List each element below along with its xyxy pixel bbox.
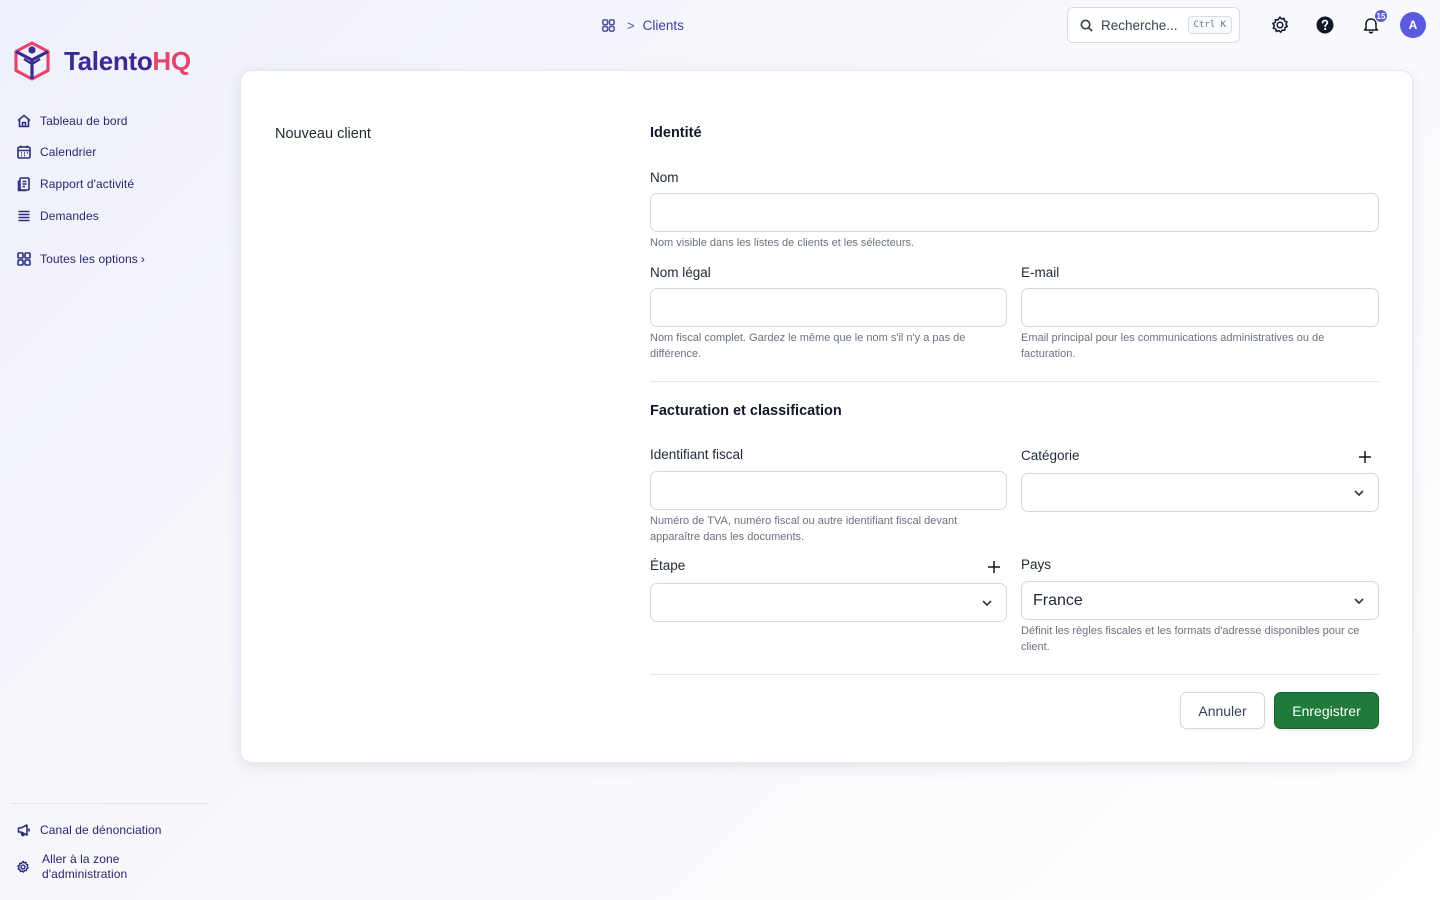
section-title-identity: Identité xyxy=(650,125,702,141)
breadcrumb: > Clients xyxy=(601,16,684,34)
sidebar: TalentoHQ Tableau de bord Calendrier Rap… xyxy=(0,0,215,900)
nom-legal-help-text: Nom fiscal complet. Gardez le même que l… xyxy=(650,332,966,360)
list-icon xyxy=(18,210,30,222)
nom-help-text: Nom visible dans les listes de clients e… xyxy=(650,237,915,249)
stage-select[interactable] xyxy=(650,583,1007,622)
admin-label-line1: Aller à la zone xyxy=(42,852,120,866)
country-select-value: France xyxy=(1033,591,1083,609)
plus-icon xyxy=(1359,451,1371,463)
chevron-down-icon xyxy=(982,599,992,606)
chevron-down-icon xyxy=(1354,489,1364,496)
fiscal-id-label: Identifiant fiscal xyxy=(650,447,744,462)
sidebar-divider xyxy=(10,803,208,804)
sidebar-item-whistleblower-channel[interactable]: Canal de dénonciation xyxy=(16,820,162,840)
sidebar-item-activity-report[interactable]: Rapport d'activité xyxy=(16,174,134,194)
fiscal-id-help-text: Numéro de TVA, numéro fiscal ou autre id… xyxy=(650,515,958,543)
sidebar-item-all-options[interactable]: Toutes les options › xyxy=(16,249,145,269)
section-title-billing: Facturation et classification xyxy=(650,403,842,419)
notification-count-badge: 15 xyxy=(1374,9,1388,23)
sidebar-item-label: Demandes xyxy=(40,209,99,223)
breadcrumb-current[interactable]: Clients xyxy=(643,18,684,33)
user-avatar[interactable]: A xyxy=(1400,12,1426,38)
sidebar-item-requests[interactable]: Demandes xyxy=(16,206,99,226)
help-button[interactable] xyxy=(1315,15,1335,35)
gear-icon xyxy=(17,860,29,873)
sidebar-item-label: Toutes les options xyxy=(40,252,138,266)
search-shortcut-badge: Ctrl K xyxy=(1187,16,1233,34)
sidebar-item-admin-zone[interactable]: Aller à la zone d'administration xyxy=(16,851,127,883)
search-icon xyxy=(1080,19,1093,32)
calendar-icon xyxy=(17,145,31,159)
logo-cube-icon xyxy=(14,41,50,81)
stage-label: Étape xyxy=(650,558,686,573)
add-stage-button[interactable] xyxy=(987,560,1001,579)
email-field[interactable] xyxy=(1021,288,1379,327)
brand-logo[interactable]: TalentoHQ xyxy=(12,39,191,83)
country-help-text: Définit les règles fiscales et les forma… xyxy=(1021,625,1360,653)
page-title: Nouveau client xyxy=(275,126,371,142)
home-icon xyxy=(17,114,31,128)
nom-label: Nom xyxy=(650,170,679,185)
megaphone-icon xyxy=(17,824,30,837)
add-category-button[interactable] xyxy=(1358,450,1372,469)
brand-name: TalentoHQ xyxy=(64,45,191,76)
sidebar-item-label: Canal de dénonciation xyxy=(40,823,162,837)
nom-legal-label: Nom légal xyxy=(650,265,711,280)
actions-divider xyxy=(650,674,1379,675)
sidebar-item-label: Rapport d'activité xyxy=(40,177,135,191)
sidebar-item-label: Calendrier xyxy=(40,145,97,159)
fiscal-id-input[interactable] xyxy=(650,471,1007,510)
cancel-button[interactable]: Annuler xyxy=(1180,692,1265,729)
country-label: Pays xyxy=(1021,557,1052,572)
new-client-form-card: Nouveau client Identité Nom Nom visible … xyxy=(240,70,1413,763)
search-placeholder: Recherche... xyxy=(1101,17,1178,33)
sidebar-item-label: Tableau de bord xyxy=(40,114,128,128)
save-button[interactable]: Enregistrer xyxy=(1274,692,1379,729)
apps-grid-icon[interactable] xyxy=(601,18,616,33)
grid-icon xyxy=(17,252,31,266)
chevron-down-icon xyxy=(1354,597,1364,604)
admin-label-line2: d'administration xyxy=(42,867,128,881)
nom-legal-input[interactable] xyxy=(650,288,1007,327)
sidebar-item-label: Aller à la zone d'administration xyxy=(42,852,127,882)
section-divider xyxy=(650,381,1379,382)
country-select[interactable]: France xyxy=(1021,581,1379,620)
sidebar-item-dashboard[interactable]: Tableau de bord xyxy=(16,111,128,131)
category-label: Catégorie xyxy=(1021,448,1080,463)
chevron-right-icon: › xyxy=(140,252,145,266)
email-help-text: Email principal pour les communications … xyxy=(1021,332,1325,360)
plus-icon xyxy=(988,561,1000,573)
gear-icon xyxy=(1272,16,1289,34)
sidebar-item-calendar[interactable]: Calendrier xyxy=(16,142,96,162)
help-icon xyxy=(1316,16,1334,34)
category-select[interactable] xyxy=(1021,473,1379,512)
settings-button[interactable] xyxy=(1270,15,1290,35)
search-input[interactable]: Recherche... Ctrl K xyxy=(1067,7,1240,43)
nom-input[interactable] xyxy=(650,193,1379,232)
email-label: E-mail xyxy=(1021,265,1060,280)
breadcrumb-separator: > xyxy=(627,17,635,33)
report-icon xyxy=(17,177,30,192)
